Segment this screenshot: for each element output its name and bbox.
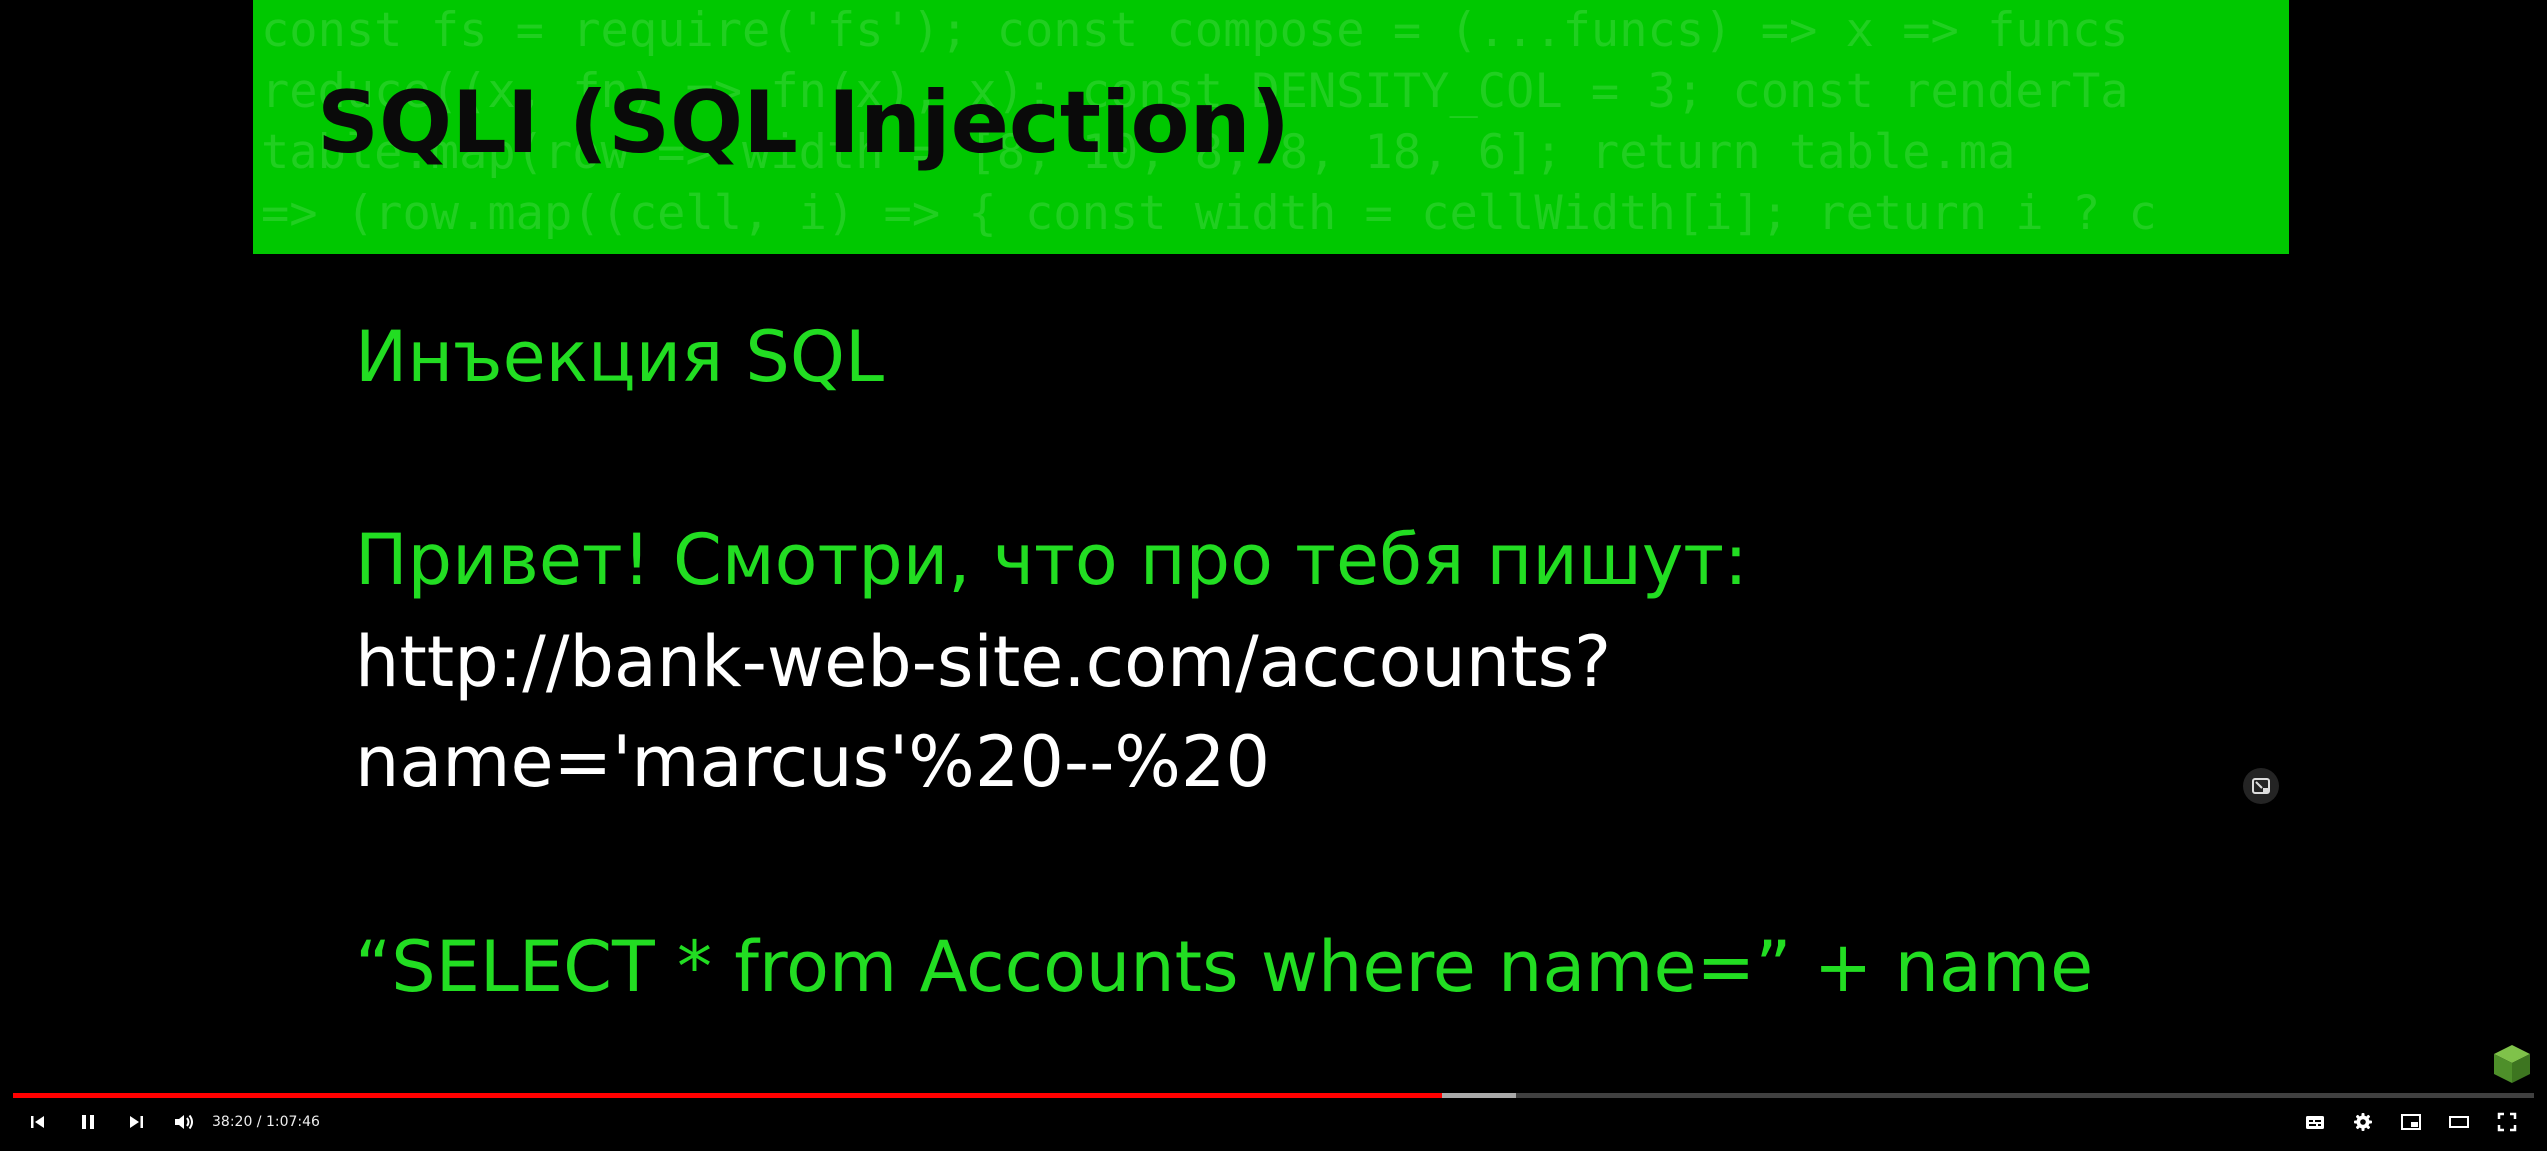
miniplayer-icon xyxy=(2401,1114,2421,1130)
time-display: 38:20 / 1:07:46 xyxy=(212,1114,320,1130)
fullscreen-button[interactable] xyxy=(2489,1104,2525,1140)
video-player[interactable]: const fs = require('fs'); const compose … xyxy=(0,0,2547,1151)
settings-gear-icon xyxy=(2354,1113,2372,1131)
theater-mode-button[interactable] xyxy=(2441,1104,2477,1140)
pause-button[interactable] xyxy=(70,1104,106,1140)
progress-played xyxy=(13,1093,1443,1098)
slide-header-band: const fs = require('fs'); const compose … xyxy=(253,0,2289,254)
channel-cube-logo[interactable] xyxy=(2493,1044,2531,1084)
slide-url-line-1: http://bank-web-site.com/accounts? xyxy=(355,621,1612,703)
expand-overlay-icon[interactable] xyxy=(2243,768,2279,804)
next-button[interactable] xyxy=(118,1104,154,1140)
theater-mode-icon xyxy=(2449,1116,2469,1128)
pause-icon xyxy=(82,1115,94,1129)
slide-message: Привет! Смотри, что про тебя пишут: xyxy=(355,519,1748,601)
slide-title: SQLI (SQL Injection) xyxy=(317,73,1291,173)
fullscreen-icon xyxy=(2497,1112,2517,1132)
subtitles-icon xyxy=(2306,1116,2324,1129)
subtitles-button[interactable] xyxy=(2297,1104,2333,1140)
code-line: => (row.map((cell, i) => { const width =… xyxy=(261,186,2157,241)
settings-button[interactable] xyxy=(2345,1104,2381,1140)
volume-icon xyxy=(175,1114,193,1130)
slide-sql-query: “SELECT * from Accounts where name=” + n… xyxy=(355,926,2094,1008)
slide-subtitle: Инъекция SQL xyxy=(355,316,884,398)
previous-icon xyxy=(31,1116,44,1128)
progress-bar[interactable] xyxy=(13,1093,2534,1098)
code-line: const fs = require('fs'); const compose … xyxy=(261,3,2129,58)
slide-url-line-2: name='marcus'%20--%20 xyxy=(355,721,1270,803)
next-icon xyxy=(130,1116,143,1128)
volume-button[interactable] xyxy=(165,1104,201,1140)
previous-button[interactable] xyxy=(20,1104,56,1140)
miniplayer-button[interactable] xyxy=(2393,1104,2429,1140)
